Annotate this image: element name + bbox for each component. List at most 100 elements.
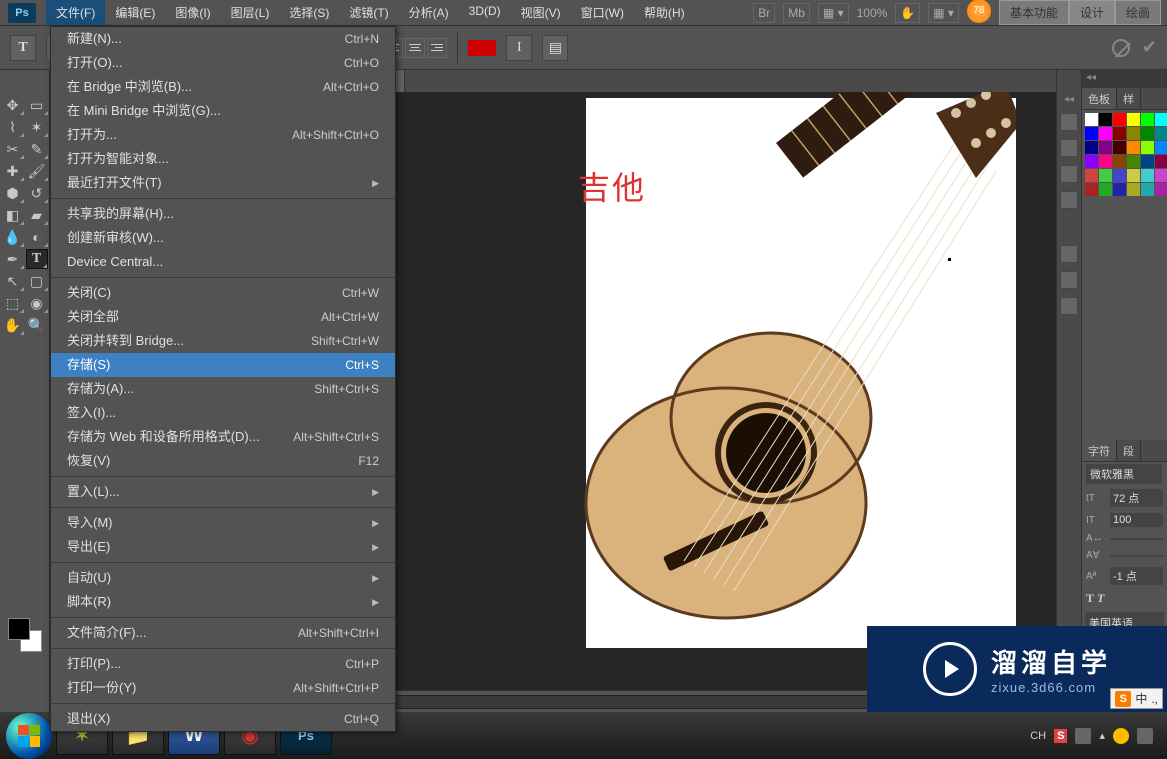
menu-item-Device Central...[interactable]: Device Central... — [51, 250, 395, 274]
tool-preset[interactable]: T — [10, 35, 36, 61]
swatch[interactable] — [1099, 141, 1112, 154]
swatch[interactable] — [1085, 155, 1098, 168]
tray-icon[interactable] — [1137, 728, 1153, 744]
menu-item-签入(I)...[interactable]: 签入(I)... — [51, 401, 395, 425]
menu-窗口(W)[interactable]: 窗口(W) — [571, 0, 634, 25]
menu-item-最近打开文件(T)[interactable]: 最近打开文件(T) — [51, 171, 395, 195]
menu-item-置入(L)...[interactable]: 置入(L)... — [51, 480, 395, 504]
panel-tab[interactable]: 字符 — [1082, 440, 1117, 461]
panel-tab[interactable]: 色板 — [1082, 88, 1117, 109]
swatch[interactable] — [1141, 127, 1154, 140]
tray-icon[interactable] — [1075, 728, 1091, 744]
3d-camera-tool[interactable]: ◉ — [26, 293, 48, 313]
crop-tool[interactable]: ✂ — [2, 139, 24, 159]
swatch[interactable] — [1155, 113, 1167, 126]
cs-live-badge[interactable]: 78 — [967, 0, 991, 23]
warp-text-icon[interactable]: I — [506, 35, 532, 61]
swatch[interactable] — [1127, 169, 1140, 182]
menu-item-新建(N)...[interactable]: 新建(N)...Ctrl+N — [51, 27, 395, 51]
align-center[interactable] — [405, 38, 425, 58]
dock-icon[interactable] — [1060, 245, 1078, 263]
menu-item-打开为...[interactable]: 打开为...Alt+Shift+Ctrl+O — [51, 123, 395, 147]
mb-icon[interactable]: Mb — [783, 3, 810, 23]
collapse-icon[interactable]: ◂◂ — [1064, 94, 1074, 105]
menu-选择(S)[interactable]: 选择(S) — [279, 0, 339, 25]
baseline-field[interactable]: -1 点 — [1110, 567, 1163, 585]
dock-icon[interactable] — [1060, 165, 1078, 183]
font-family[interactable]: 微软雅黑 — [1086, 464, 1162, 484]
tray-ch[interactable]: CH — [1030, 730, 1046, 742]
br-icon[interactable]: Br — [753, 3, 775, 23]
start-button[interactable] — [6, 713, 52, 759]
menu-item-脚本(R)[interactable]: 脚本(R) — [51, 590, 395, 614]
gradient-tool[interactable]: ▰ — [26, 205, 48, 225]
menu-item-退出(X)[interactable]: 退出(X)Ctrl+Q — [51, 707, 395, 731]
menu-item-恢复(V)[interactable]: 恢复(V)F12 — [51, 449, 395, 473]
menu-文件(F)[interactable]: 文件(F) — [46, 0, 105, 25]
cancel-icon[interactable] — [1112, 39, 1130, 57]
text-color-swatch[interactable] — [468, 40, 496, 56]
dodge-tool[interactable]: ◐ — [26, 227, 48, 247]
menu-item-在 Bridge 中浏览(B)...[interactable]: 在 Bridge 中浏览(B)...Alt+Ctrl+O — [51, 75, 395, 99]
menu-编辑(E)[interactable]: 编辑(E) — [105, 0, 165, 25]
pen-tool[interactable]: ✒ — [2, 249, 24, 269]
panel-tab[interactable]: 样 — [1117, 88, 1141, 109]
menu-3D(D)[interactable]: 3D(D) — [459, 0, 511, 25]
menu-item-共享我的屏幕(H)...[interactable]: 共享我的屏幕(H)... — [51, 202, 395, 226]
tracking-field[interactable] — [1110, 538, 1163, 540]
dock-icon[interactable] — [1060, 297, 1078, 315]
menu-item-导入(M)[interactable]: 导入(M) — [51, 511, 395, 535]
swatch[interactable] — [1127, 141, 1140, 154]
menu-item-打印一份(Y)[interactable]: 打印一份(Y)Alt+Shift+Ctrl+P — [51, 676, 395, 700]
shape-tool[interactable]: ▢ — [26, 271, 48, 291]
hand-icon[interactable]: ✋ — [895, 3, 920, 23]
tray-icon[interactable] — [1113, 728, 1129, 744]
workspace-tab[interactable]: 绘画 — [1115, 0, 1161, 25]
menu-item-文件简介(F)...[interactable]: 文件简介(F)...Alt+Shift+Ctrl+I — [51, 621, 395, 645]
fg-color[interactable] — [8, 618, 30, 640]
swatch[interactable] — [1099, 113, 1112, 126]
swatch[interactable] — [1113, 183, 1126, 196]
view-grid-icon[interactable]: ▦ ▾ — [928, 3, 959, 23]
zoom-tool[interactable]: 🔍 — [26, 315, 48, 335]
menu-视图(V)[interactable]: 视图(V) — [511, 0, 571, 25]
swatch[interactable] — [1155, 169, 1167, 182]
swatch[interactable] — [1099, 183, 1112, 196]
menu-item-导出(E)[interactable]: 导出(E) — [51, 535, 395, 559]
type-tool[interactable]: T — [26, 249, 48, 269]
tray-sogou-icon[interactable]: S — [1054, 729, 1067, 743]
menu-item-存储为 Web 和设备所用格式(D)...[interactable]: 存储为 Web 和设备所用格式(D)...Alt+Shift+Ctrl+S — [51, 425, 395, 449]
stamp-tool[interactable]: ⬢ — [2, 183, 24, 203]
swatch[interactable] — [1113, 113, 1126, 126]
dock-icon[interactable] — [1060, 191, 1078, 209]
dock-icon[interactable] — [1060, 113, 1078, 131]
color-swatches[interactable] — [8, 618, 42, 652]
swatch[interactable] — [1085, 169, 1098, 182]
swatches-grid[interactable] — [1082, 110, 1167, 199]
tray-up-icon[interactable]: ▴ — [1099, 729, 1105, 742]
marquee-tool[interactable]: ▭ — [26, 95, 48, 115]
char-panel-icon[interactable]: ▤ — [542, 35, 568, 61]
menu-图像(I)[interactable]: 图像(I) — [165, 0, 220, 25]
healing-tool[interactable]: ✚ — [2, 161, 24, 181]
eyedropper-tool[interactable]: ✎ — [26, 139, 48, 159]
swatch[interactable] — [1155, 183, 1167, 196]
3d-tool[interactable]: ⬚ — [2, 293, 24, 313]
ime-bar[interactable]: S 中 ., — [1110, 688, 1163, 709]
swatch[interactable] — [1155, 127, 1167, 140]
align-right[interactable] — [427, 38, 447, 58]
swatch[interactable] — [1099, 127, 1112, 140]
menu-图层(L)[interactable]: 图层(L) — [221, 0, 280, 25]
brush-tool[interactable]: 🖌 — [26, 161, 48, 181]
menu-分析(A)[interactable]: 分析(A) — [399, 0, 459, 25]
swatch[interactable] — [1141, 183, 1154, 196]
font-size-field[interactable]: 72 点 — [1110, 489, 1163, 507]
swatch[interactable] — [1085, 141, 1098, 154]
menu-item-存储(S)[interactable]: 存储(S)Ctrl+S — [51, 353, 395, 377]
blur-tool[interactable]: 💧 — [2, 227, 24, 247]
swatch[interactable] — [1085, 113, 1098, 126]
leading-field[interactable]: 100 — [1110, 513, 1163, 527]
wand-tool[interactable]: ✶ — [26, 117, 48, 137]
swatch[interactable] — [1155, 155, 1167, 168]
kerning-field[interactable] — [1110, 555, 1163, 557]
